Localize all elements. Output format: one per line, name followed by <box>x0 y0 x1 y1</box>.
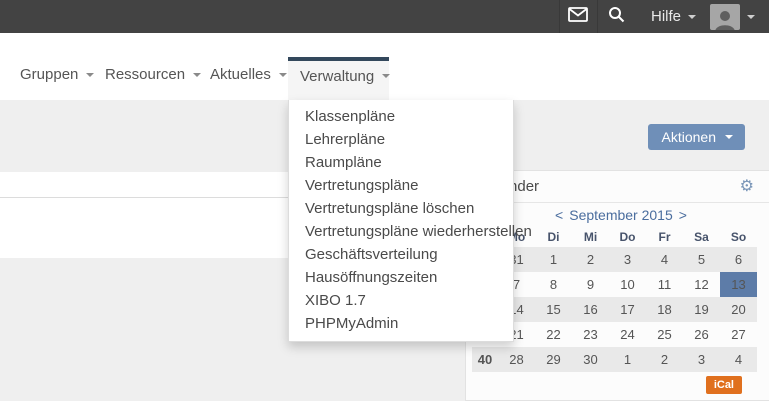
chevron-down-icon <box>747 15 755 19</box>
menu-item[interactable]: PHPMyAdmin <box>289 312 513 335</box>
main-nav: Gruppen Ressourcen Aktuelles Verwaltung <box>0 33 769 100</box>
calendar-grid: MoDiMiDoFrSaSo 3631123456377891011121338… <box>472 227 757 372</box>
calendar-day[interactable]: 24 <box>609 322 646 347</box>
calendar-day[interactable]: 10 <box>609 272 646 297</box>
calendar-day[interactable]: 2 <box>572 247 609 272</box>
verwaltung-dropdown-menu: KlassenpläneLehrerpläneRaumpläneVertretu… <box>288 100 514 342</box>
nav-item-ressourcen[interactable]: Ressourcen <box>93 66 198 100</box>
chevron-down-icon <box>688 15 696 19</box>
calendar-day[interactable]: 15 <box>535 297 572 322</box>
calendar-day[interactable]: 18 <box>646 297 683 322</box>
menu-item[interactable]: XIBO 1.7 <box>289 289 513 312</box>
prev-month-button[interactable]: < <box>555 207 563 223</box>
help-menu[interactable]: Hilfe <box>635 0 710 33</box>
menu-item[interactable]: Vertretungspläne löschen <box>289 197 513 220</box>
search-button[interactable] <box>597 0 635 33</box>
menu-item[interactable]: Geschäftsverteilung <box>289 243 513 266</box>
calendar-week-row: 3778910111213 <box>472 272 757 297</box>
help-label: Hilfe <box>651 8 681 25</box>
calendar-day[interactable]: 5 <box>683 247 720 272</box>
calendar-day[interactable]: 11 <box>646 272 683 297</box>
nav-item-gruppen[interactable]: Gruppen <box>8 66 93 100</box>
topbar: Hilfe <box>0 0 769 33</box>
mail-icon <box>568 7 588 27</box>
calendar-week-row: 3631123456 <box>472 247 757 272</box>
weekday-header: Fr <box>646 227 683 247</box>
chevron-down-icon <box>725 135 733 139</box>
calendar-day[interactable]: 8 <box>535 272 572 297</box>
month-label: September 2015 <box>569 207 673 223</box>
calendar-day[interactable]: 16 <box>572 297 609 322</box>
calendar-week-row: 3814151617181920 <box>472 297 757 322</box>
calendar-day-selected[interactable]: 13 <box>720 272 757 297</box>
calendar-day[interactable]: 1 <box>609 347 646 372</box>
calendar-day[interactable]: 1 <box>535 247 572 272</box>
mail-button[interactable] <box>559 0 597 33</box>
calendar-day[interactable]: 6 <box>720 247 757 272</box>
calendar-week-row: 402829301234 <box>472 347 757 372</box>
week-number: 40 <box>472 347 498 372</box>
calendar-day[interactable]: 12 <box>683 272 720 297</box>
calendar-footer: iCal <box>466 372 769 400</box>
nav-item-label: Gruppen <box>20 66 78 83</box>
calendar-day[interactable]: 29 <box>535 347 572 372</box>
calendar-day[interactable]: 23 <box>572 322 609 347</box>
calendar-day[interactable]: 25 <box>646 322 683 347</box>
nav-item-aktuelles[interactable]: Aktuelles <box>198 66 288 100</box>
weekday-header: So <box>720 227 757 247</box>
calendar-day[interactable]: 4 <box>646 247 683 272</box>
calendar-week-row: 3921222324252627 <box>472 322 757 347</box>
menu-item[interactable]: Vertretungspläne <box>289 174 513 197</box>
weekday-header: Mi <box>572 227 609 247</box>
menu-item[interactable]: Klassenpläne <box>289 105 513 128</box>
calendar-day[interactable]: 17 <box>609 297 646 322</box>
next-month-button[interactable]: > <box>679 207 687 223</box>
avatar <box>710 4 740 30</box>
calendar-day[interactable]: 9 <box>572 272 609 297</box>
user-menu[interactable] <box>710 0 769 33</box>
nav-item-verwaltung[interactable]: Verwaltung <box>288 57 389 100</box>
menu-item[interactable]: Raumpläne <box>289 151 513 174</box>
calendar-day[interactable]: 22 <box>535 322 572 347</box>
ical-button[interactable]: iCal <box>706 376 742 394</box>
menu-item[interactable]: Lehrerpläne <box>289 128 513 151</box>
weekday-header: Di <box>535 227 572 247</box>
calendar-day[interactable]: 20 <box>720 297 757 322</box>
chevron-down-icon <box>382 74 390 78</box>
weekday-header: Do <box>609 227 646 247</box>
calendar-day[interactable]: 3 <box>609 247 646 272</box>
calendar-day[interactable]: 28 <box>498 347 535 372</box>
search-icon <box>608 6 625 28</box>
calendar-day[interactable]: 30 <box>572 347 609 372</box>
weekday-header: Sa <box>683 227 720 247</box>
nav-item-label: Verwaltung <box>300 68 374 85</box>
calendar-day[interactable]: 26 <box>683 322 720 347</box>
gear-icon[interactable]: ⚙ <box>740 179 754 195</box>
menu-item[interactable]: Hausöffnungszeiten <box>289 266 513 289</box>
actions-label: Aktionen <box>662 129 716 145</box>
calendar-day[interactable]: 3 <box>683 347 720 372</box>
calendar-day[interactable]: 19 <box>683 297 720 322</box>
nav-item-label: Aktuelles <box>210 66 271 83</box>
actions-button[interactable]: Aktionen <box>648 124 745 150</box>
calendar-day[interactable]: 2 <box>646 347 683 372</box>
chevron-down-icon <box>279 73 287 77</box>
calendar-day[interactable]: 27 <box>720 322 757 347</box>
calendar-day[interactable]: 4 <box>720 347 757 372</box>
nav-item-label: Ressourcen <box>105 66 185 83</box>
menu-item[interactable]: Vertretungspläne wiederherstellen <box>289 220 513 243</box>
